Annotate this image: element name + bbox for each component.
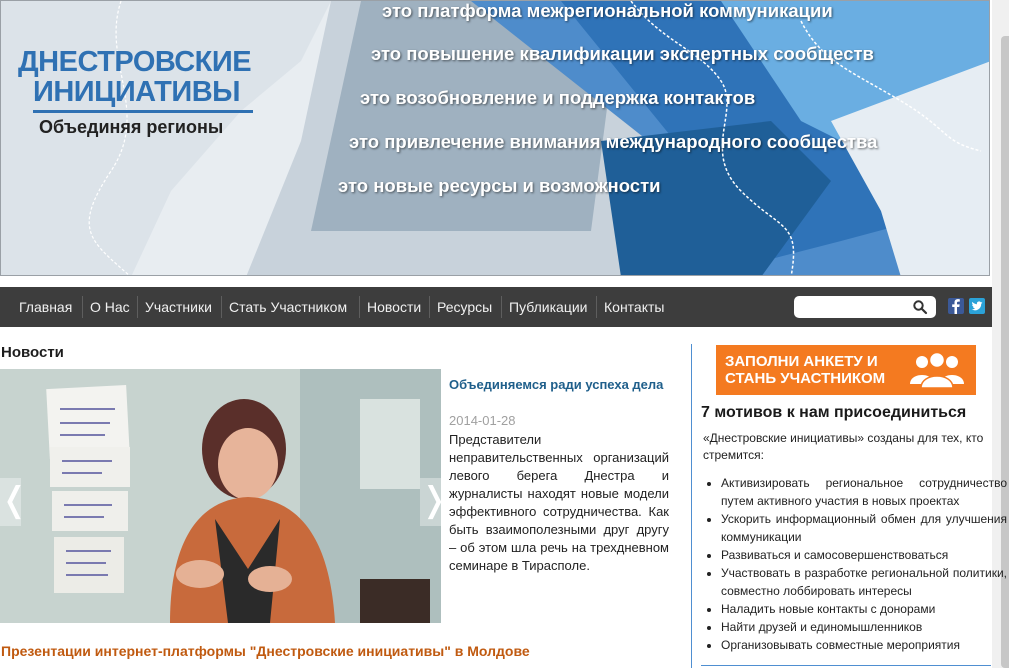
search-input[interactable]: [800, 298, 904, 318]
nav-divider: [501, 296, 502, 318]
slider-next-button[interactable]: ❭: [420, 478, 441, 526]
nav-divider: [429, 296, 430, 318]
list-item: Наладить новые контакты с донорами: [721, 600, 1007, 618]
become-member-banner[interactable]: ЗАПОЛНИ АНКЕТУ И СТАНЬ УЧАСТНИКОМ: [716, 345, 976, 395]
nav-item-about[interactable]: О Нас: [90, 287, 130, 327]
nav-item-contacts[interactable]: Контакты: [604, 287, 664, 327]
cta-line1: ЗАПОЛНИ АНКЕТУ И: [725, 353, 878, 370]
sidebar-divider: [701, 665, 991, 666]
nav-item-become-member[interactable]: Стать Участником: [229, 287, 347, 327]
list-item: Активизировать региональное сотрудничест…: [721, 474, 1007, 510]
news-card: Объединяемся ради успеха дела 2014-01-28…: [442, 371, 675, 623]
logo-tagline: Объединяя регионы: [39, 117, 224, 137]
list-item: Найти друзей и единомышленников: [721, 618, 1007, 636]
list-item: Ускорить информационный обмен для улучше…: [721, 510, 1007, 546]
slider-prev-button[interactable]: ❬: [0, 478, 29, 526]
slogan-3: это возобновление и поддержка контактов: [360, 87, 756, 108]
motives-heading: 7 мотивов к нам присоединиться: [701, 404, 967, 421]
list-item: Участвовать в разработке региональной по…: [721, 564, 1007, 600]
news-link[interactable]: Презентации интернет-платформы "Днестров…: [1, 643, 530, 659]
slogan-5: это новые ресурсы и возможности: [338, 175, 661, 196]
nav-divider: [596, 296, 597, 318]
logo-title-line2: ИНИЦИАТИВЫ: [33, 76, 241, 108]
nav-divider: [137, 296, 138, 318]
nav-item-resources[interactable]: Ресурсы: [437, 287, 492, 327]
motives-intro: «Днестровские инициативы» созданы для те…: [703, 431, 984, 462]
twitter-icon[interactable]: [969, 298, 985, 314]
news-date: 2014-01-28: [449, 413, 516, 428]
list-item: Развиваться и самосовершенствоваться: [721, 546, 1007, 564]
news-slider-photo[interactable]: ❬ ❭: [0, 369, 441, 623]
nav-divider: [82, 296, 83, 318]
search-box: [794, 296, 936, 318]
news-summary: Представители неправительственных органи…: [449, 432, 669, 573]
nav-divider: [221, 296, 222, 318]
site-logo[interactable]: ДНЕСТРОВСКИЕ ИНИЦИАТИВЫ Объединяя регион…: [15, 47, 267, 138]
slogan-4: это привлечение внимания международного …: [349, 131, 878, 152]
cta-line2: СТАНЬ УЧАСТНИКОМ: [725, 370, 886, 387]
nav-item-news[interactable]: Новости: [367, 287, 421, 327]
search-icon[interactable]: [912, 299, 928, 315]
nav-item-publications[interactable]: Публикации: [509, 287, 587, 327]
nav-item-home[interactable]: Главная: [19, 287, 72, 327]
nav-divider: [359, 296, 360, 318]
list-item: Организовывать совместные мероприятия: [721, 636, 1007, 654]
logo-underline: [33, 110, 253, 113]
slogan-1: это платформа межрегиональной коммуникац…: [382, 0, 833, 21]
facebook-icon[interactable]: [948, 298, 964, 314]
motives-list: Активизировать региональное сотрудничест…: [705, 474, 1007, 654]
header-banner: ДНЕСТРОВСКИЕ ИНИЦИАТИВЫ Объединяя регион…: [0, 0, 990, 276]
news-heading: Новости: [1, 344, 64, 361]
nav-item-members[interactable]: Участники: [145, 287, 212, 327]
news-title[interactable]: Объединяемся ради успеха дела: [449, 376, 669, 394]
people-icon: [910, 351, 964, 389]
logo-title-line1: ДНЕСТРОВСКИЕ: [18, 46, 252, 78]
slogan-2: это повышение квалификации экспертных со…: [371, 43, 874, 64]
column-divider: [691, 344, 692, 668]
seminar-photo: [0, 369, 441, 623]
